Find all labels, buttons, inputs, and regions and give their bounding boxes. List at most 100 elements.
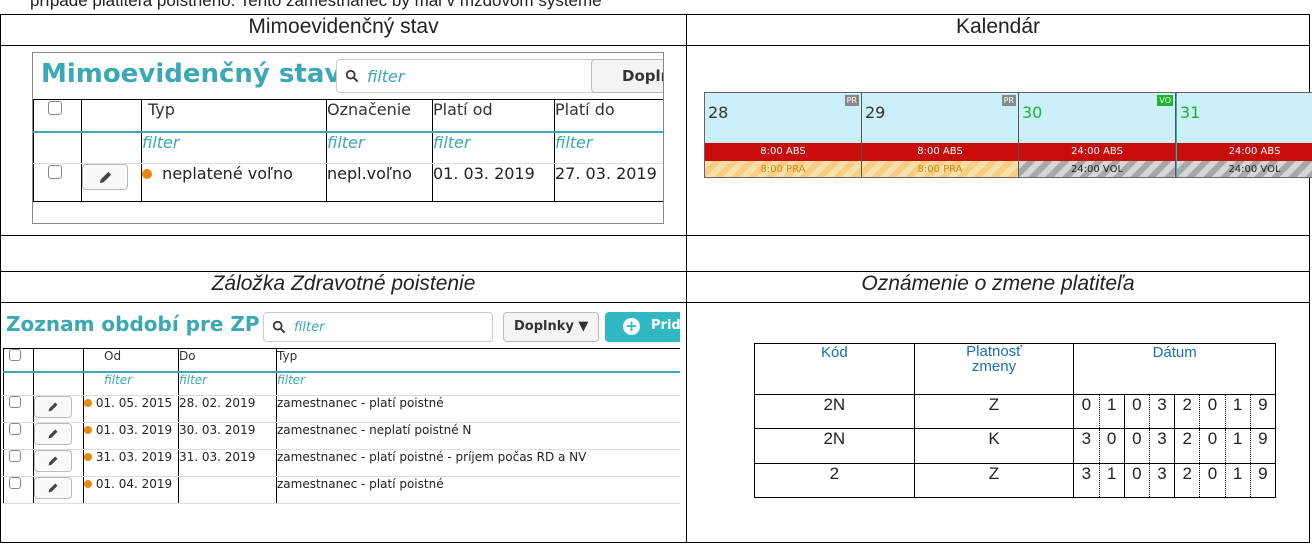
status-dot bbox=[84, 399, 92, 407]
absence-bar: 8:00 ABS bbox=[862, 143, 1018, 161]
filter-row: filter filter filter bbox=[3, 371, 680, 396]
date-digit: 2 bbox=[1174, 428, 1201, 464]
cell-typ: zamestnanec - platí poistné - príjem poč… bbox=[276, 449, 680, 477]
date-digit: 0 bbox=[1123, 462, 1150, 499]
payer-change-notice-table: Kód Platnosť zmeny Dátum 2N Z 0 1 0 3 2 0… bbox=[754, 343, 1277, 499]
addons-button[interactable]: Doplnk bbox=[591, 59, 663, 93]
pencil-icon bbox=[48, 429, 58, 439]
date-digit: 0 bbox=[1123, 393, 1150, 430]
edit-button[interactable] bbox=[34, 423, 72, 445]
absence-bar: 24:00 ABS bbox=[1019, 143, 1175, 161]
pencil-icon bbox=[48, 456, 58, 466]
notice-header-date: Dátum bbox=[1073, 343, 1276, 395]
table-row: 01. 03. 2019 30. 03. 2019 zamestnanec - … bbox=[3, 422, 680, 450]
select-all-checkbox[interactable] bbox=[48, 101, 62, 115]
table-row: neplatené voľno nepl.voľno 01. 03. 2019 … bbox=[33, 163, 663, 202]
date-digit: 1 bbox=[1224, 428, 1251, 464]
date-digit: 2 bbox=[1174, 393, 1201, 430]
empty-cell bbox=[0, 235, 687, 272]
panel-title: Mimoevidenčný stav bbox=[41, 59, 342, 89]
table-header-row: Od Do Typ bbox=[3, 348, 680, 373]
add-button-label: Pridá bbox=[651, 318, 680, 333]
work-bar: 8:00 PRA bbox=[705, 161, 861, 177]
cell-oznamenie: Kód Platnosť zmeny Dátum 2N Z 0 1 0 3 2 0… bbox=[686, 302, 1310, 543]
notice-validity: Z bbox=[913, 393, 1075, 430]
notice-row: 2N K 3 0 0 3 2 0 1 9 bbox=[754, 428, 1277, 464]
day-number: 30 bbox=[1022, 103, 1043, 122]
row-checkbox[interactable] bbox=[9, 396, 21, 408]
cell-typ: neplatené voľno bbox=[162, 164, 293, 183]
date-digit: 0 bbox=[1199, 462, 1226, 499]
date-digit: 9 bbox=[1249, 393, 1277, 430]
cell-do: 28. 02. 2019 bbox=[178, 395, 277, 423]
date-digit: 9 bbox=[1249, 428, 1277, 464]
day-badge: PR bbox=[1001, 95, 1016, 106]
notice-row: 2 Z 3 1 0 3 2 0 1 9 bbox=[754, 462, 1277, 499]
cell-zdravotne-poistenie: Zoznam období pre ZP filter Doplnky ▼ + P… bbox=[0, 302, 687, 543]
header-prefix: Záložka bbox=[211, 272, 291, 295]
date-digit: 2 bbox=[1174, 462, 1201, 499]
edit-button[interactable] bbox=[34, 396, 72, 418]
leave-bar: 24:00 VOL bbox=[1019, 161, 1175, 177]
search-placeholder: filter bbox=[367, 66, 405, 86]
date-digit: 3 bbox=[1148, 393, 1176, 430]
pencil-icon bbox=[48, 402, 58, 412]
row-checkbox[interactable] bbox=[9, 423, 21, 435]
notice-code: 2N bbox=[754, 428, 915, 464]
calendar-day[interactable]: 29 PR 8:00 ABS 8:00 PRA bbox=[862, 93, 1019, 177]
mimoevidencny-stav-panel: Mimoevidenčný stav filter Doplnk Typ Ozn… bbox=[32, 52, 664, 224]
filter-oznacenie[interactable]: filter bbox=[326, 131, 433, 164]
row-checkbox[interactable] bbox=[48, 165, 62, 179]
row-checkbox[interactable] bbox=[9, 477, 21, 489]
calendar-day[interactable]: 30 VO 24:00 ABS 24:00 VOL bbox=[1019, 93, 1176, 177]
header-mimoevidencny-stav: Mimoevidenčný stav bbox=[0, 14, 687, 46]
status-dot bbox=[142, 169, 152, 179]
filter-do[interactable]: filter bbox=[178, 371, 277, 396]
cell-typ: zamestnanec - neplatí poistné N bbox=[276, 422, 680, 450]
edit-button[interactable] bbox=[82, 164, 128, 190]
header-kalendar: Kalendár bbox=[686, 14, 1310, 46]
cell-oznacenie: nepl.voľno bbox=[326, 163, 433, 202]
addons-dropdown-button[interactable]: Doplnky ▼ bbox=[503, 312, 599, 342]
notice-validity: Z bbox=[913, 462, 1075, 499]
column-header-od[interactable]: Od bbox=[83, 348, 179, 373]
notice-row: 2N Z 0 1 0 3 2 0 1 9 bbox=[754, 393, 1277, 430]
pencil-icon bbox=[48, 483, 58, 493]
validity-line-2: zmeny bbox=[971, 358, 1017, 375]
filter-typ[interactable]: filter bbox=[276, 371, 680, 396]
day-badge: PR bbox=[844, 95, 859, 106]
notice-header-code: Kód bbox=[754, 343, 915, 395]
filter-typ[interactable]: filter bbox=[141, 131, 327, 164]
status-dot bbox=[84, 453, 92, 461]
row-checkbox[interactable] bbox=[9, 450, 21, 462]
cell-do: 31. 03. 2019 bbox=[178, 449, 277, 477]
search-input[interactable]: filter bbox=[336, 59, 612, 93]
zp-periods-table: Od Do Typ filter filter filter 01. 05. 2… bbox=[3, 348, 680, 504]
edit-button[interactable] bbox=[34, 477, 72, 499]
edit-button[interactable] bbox=[34, 450, 72, 472]
select-all-checkbox[interactable] bbox=[9, 349, 21, 361]
add-button[interactable]: + Pridá bbox=[605, 312, 680, 342]
column-header-typ[interactable]: Typ bbox=[141, 99, 327, 133]
column-header-plati-od[interactable]: Platí od bbox=[432, 99, 555, 133]
filter-plati-do[interactable]: filter bbox=[554, 131, 663, 164]
column-header-do[interactable]: Do bbox=[178, 348, 277, 373]
column-header-typ[interactable]: Typ bbox=[276, 348, 680, 373]
filter-od[interactable]: filter bbox=[83, 371, 179, 396]
date-digit: 3 bbox=[1148, 428, 1176, 464]
column-header-plati-do[interactable]: Platí do bbox=[554, 99, 663, 133]
search-icon bbox=[345, 69, 359, 83]
calendar-day[interactable]: 28 PR 8:00 ABS 8:00 PRA bbox=[705, 93, 862, 177]
calendar-day[interactable]: 31 24:00 ABS 24:00 VOL bbox=[1176, 93, 1312, 177]
filter-plati-od[interactable]: filter bbox=[432, 131, 555, 164]
search-input[interactable]: filter bbox=[263, 312, 493, 342]
cell-kalendar: 28 PR 8:00 ABS 8:00 PRA 29 PR 8:00 ABS 8:0… bbox=[686, 45, 1312, 236]
plus-icon: + bbox=[623, 318, 640, 335]
notice-code: 2N bbox=[754, 393, 915, 430]
cell-do: 30. 03. 2019 bbox=[178, 422, 277, 450]
cell-od: 01. 05. 2015 bbox=[95, 396, 173, 410]
date-digit: 1 bbox=[1098, 462, 1125, 499]
column-header-oznacenie[interactable]: Označenie bbox=[326, 99, 433, 133]
date-digit: 1 bbox=[1098, 393, 1125, 430]
date-digit: 0 bbox=[1199, 428, 1226, 464]
